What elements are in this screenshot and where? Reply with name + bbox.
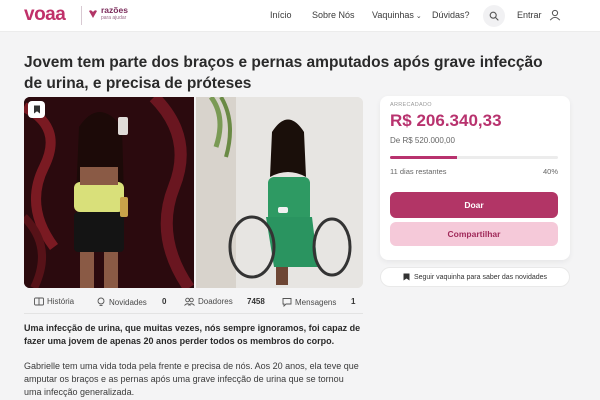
raised-label: ARRECADADO bbox=[390, 102, 432, 108]
bookmark-icon bbox=[33, 105, 40, 114]
tab-doadores-label: Doadores bbox=[198, 297, 233, 306]
bulb-icon bbox=[97, 297, 105, 306]
photo-wheelchair-image bbox=[196, 97, 363, 288]
nav-duvidas[interactable]: Dúvidas? bbox=[432, 10, 470, 20]
book-icon bbox=[34, 297, 44, 306]
nav-vaquinhas[interactable]: Vaquinhas ⌄ bbox=[372, 10, 422, 20]
voaa-logo[interactable]: voaa bbox=[24, 4, 66, 26]
progress-percent: 40% bbox=[542, 167, 558, 176]
page-title: Jovem tem parte dos braços e pernas ampu… bbox=[24, 54, 543, 92]
razoes-logo-text: razões bbox=[101, 5, 128, 15]
tab-novidades-count: 0 bbox=[162, 297, 167, 306]
user-icon[interactable] bbox=[549, 9, 561, 21]
follow-campaign-label: Seguir vaquinha para saber das novidades bbox=[413, 273, 548, 281]
search-icon bbox=[489, 11, 499, 21]
days-remaining: 11 dias restantes bbox=[390, 167, 447, 176]
story-body: Gabrielle tem uma vida toda pela frente … bbox=[24, 361, 359, 397]
tab-novidades-label: Novidades bbox=[109, 297, 147, 307]
donate-button[interactable]: Doar bbox=[390, 192, 558, 218]
tab-doadores-count: 7458 bbox=[247, 297, 265, 306]
people-icon bbox=[184, 297, 195, 306]
tab-mensagens-count: 1 bbox=[351, 297, 356, 306]
story-lead: Uma infecção de urina, que muitas vezes,… bbox=[24, 323, 361, 346]
tab-historia-label: História bbox=[47, 297, 75, 306]
campaign-tabs: História Novidades 0 Doadores 7458 Mensa… bbox=[24, 292, 363, 314]
tab-mensagens-label: Mensagens bbox=[295, 297, 337, 307]
raised-amount: R$ 206.340,33 bbox=[390, 111, 502, 130]
goal-amount: De R$ 520.000,00 bbox=[390, 136, 455, 145]
search-button[interactable] bbox=[483, 5, 505, 27]
share-button[interactable]: Compartilhar bbox=[390, 222, 558, 246]
chat-icon bbox=[282, 298, 292, 307]
chevron-down-icon: ⌄ bbox=[415, 13, 422, 20]
bookmark-icon bbox=[403, 273, 410, 281]
logo-divider bbox=[81, 6, 82, 25]
tab-doadores[interactable]: Doadores bbox=[184, 297, 233, 306]
donation-card: ARRECADADO R$ 206.340,33 De R$ 520.000,0… bbox=[380, 96, 570, 260]
razoes-logo-mark-icon bbox=[89, 10, 97, 18]
razoes-para-ajudar-logo[interactable]: razões para ajudar bbox=[88, 6, 128, 22]
tab-mensagens[interactable]: Mensagens bbox=[282, 297, 336, 307]
login-link[interactable]: Entrar bbox=[517, 10, 542, 20]
tab-novidades[interactable]: Novidades bbox=[96, 297, 147, 307]
nav-vaquinhas-label: Vaquinhas bbox=[372, 10, 414, 20]
progress-bar bbox=[390, 156, 558, 159]
photo-selfie-image bbox=[24, 97, 194, 288]
nav-sobre-nos[interactable]: Sobre Nós bbox=[312, 10, 355, 20]
nav-inicio[interactable]: Início bbox=[270, 10, 292, 20]
campaign-photo bbox=[24, 97, 363, 288]
progress-bar-fill bbox=[390, 156, 458, 159]
follow-campaign-button[interactable]: Seguir vaquinha para saber das novidades bbox=[380, 267, 570, 287]
top-navigation-bar: voaa razões para ajudar Início Sobre Nós… bbox=[0, 0, 600, 32]
razoes-logo-subtext: para ajudar bbox=[101, 15, 127, 21]
tab-historia[interactable]: História bbox=[34, 297, 74, 306]
save-campaign-button[interactable] bbox=[28, 101, 45, 118]
